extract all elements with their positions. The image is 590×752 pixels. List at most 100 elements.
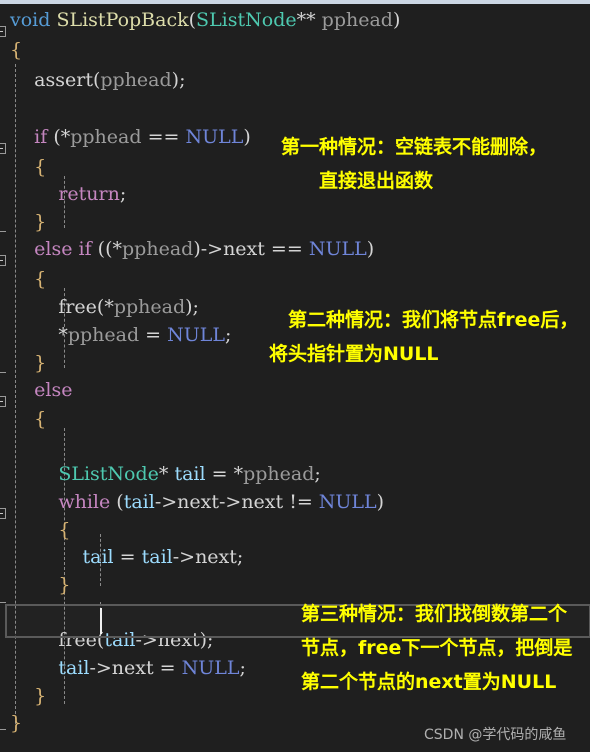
fold-toggle-icon[interactable]	[0, 26, 6, 37]
code-line[interactable]: else if ((*pphead)->next == NULL)	[10, 234, 374, 264]
annotation-case-three: 节点，free下一个节点，把倒是	[301, 637, 573, 659]
code-token: SListNode	[58, 463, 159, 485]
code-token: {	[10, 408, 47, 430]
code-token: pphead	[122, 238, 194, 260]
code-line[interactable]: return;	[10, 179, 126, 209]
code-token: *	[158, 463, 175, 485]
code-token: tail	[58, 657, 90, 679]
annotation-case-three: 第二个节点的next置为NULL	[301, 671, 557, 693]
code-token: **	[296, 9, 322, 31]
code-token: pphead	[100, 69, 172, 91]
annotation-case-one: 第一种情况：空链表不能删除，	[281, 136, 548, 158]
code-token: *	[10, 324, 68, 346]
fold-toggle-icon[interactable]	[0, 143, 6, 154]
code-line[interactable]: tail = tail->next;	[10, 542, 243, 572]
code-token: (*	[96, 296, 114, 318]
fold-region-end-icon	[0, 602, 6, 603]
code-line[interactable]: {	[10, 515, 70, 545]
code-line[interactable]: }	[10, 207, 46, 237]
code-token: ==	[141, 126, 186, 148]
code-token: = *	[205, 463, 244, 485]
code-token: if	[34, 126, 48, 148]
fold-toggle-icon[interactable]	[0, 396, 6, 407]
code-token: {	[10, 39, 23, 61]
annotation-case-three: 第三种情况：我们找倒数第二个	[301, 603, 568, 625]
code-token: }	[10, 211, 47, 233]
code-line[interactable]: free(*pphead);	[10, 292, 199, 322]
code-token: =	[113, 546, 142, 568]
code-token: =	[139, 324, 168, 346]
code-line[interactable]: }	[10, 681, 46, 711]
code-token: (	[188, 9, 197, 31]
fold-region-end-icon	[0, 729, 6, 730]
annotation-case-two: 将头指针置为NULL	[269, 343, 439, 365]
code-token: pphead	[243, 463, 315, 485]
code-token: )	[243, 126, 251, 148]
code-token: assert	[10, 69, 93, 91]
fold-region-end-icon	[0, 231, 6, 232]
code-token: (*	[47, 126, 71, 148]
code-line[interactable]: if (*pphead == NULL)	[10, 122, 251, 152]
code-editor-screenshot: void SListPopBack(SListNode** pphead){ a…	[0, 0, 590, 752]
code-token: )	[392, 9, 401, 31]
code-token: SListPopBack	[56, 9, 189, 31]
text-caret	[100, 608, 102, 634]
code-line[interactable]: else	[10, 375, 73, 405]
code-token: ;	[314, 463, 321, 485]
code-token: ->next->next !=	[154, 491, 319, 513]
code-line[interactable]: {	[10, 404, 46, 434]
code-token: );	[171, 69, 186, 91]
code-line[interactable]: {	[10, 35, 22, 65]
code-token: {	[10, 268, 47, 290]
code-token: {	[10, 156, 47, 178]
code-token: else if	[34, 238, 92, 260]
code-line[interactable]: SListNode* tail = *pphead;	[10, 459, 321, 489]
code-line[interactable]: tail->next = NULL;	[10, 653, 246, 683]
code-line[interactable]: while (tail->next->next != NULL)	[10, 487, 384, 517]
code-line[interactable]: *pphead = NULL;	[10, 320, 231, 350]
code-token: NULL	[185, 126, 244, 148]
code-line[interactable]: {	[10, 264, 46, 294]
code-line[interactable]: }	[10, 570, 70, 600]
code-token: NULL	[167, 324, 225, 346]
code-token: }	[10, 685, 47, 707]
code-token: )->next ==	[193, 238, 309, 260]
csdn-watermark: CSDN @学代码的咸鱼	[424, 727, 567, 743]
code-token: }	[10, 352, 47, 374]
code-token: pphead	[70, 126, 142, 148]
code-token: )	[376, 491, 385, 513]
code-token: else	[34, 379, 73, 401]
annotation-case-one: 直接退出函数	[281, 170, 434, 192]
code-token: while	[58, 491, 111, 513]
code-line[interactable]: assert(pphead);	[10, 65, 186, 95]
code-line[interactable]: {	[10, 152, 46, 182]
fold-toggle-icon[interactable]	[0, 508, 6, 519]
code-token: }	[10, 712, 23, 734]
code-token: {	[10, 519, 71, 541]
code-token: NULL	[318, 491, 377, 513]
fold-toggle-icon[interactable]	[0, 255, 6, 266]
code-token: ;	[119, 183, 127, 205]
code-token: NULL	[308, 238, 367, 260]
code-line[interactable]: }	[10, 708, 22, 738]
code-token: pphead	[321, 9, 393, 31]
code-token: pphead	[67, 324, 140, 346]
fold-region-end-icon	[0, 372, 6, 373]
code-token: void	[10, 9, 51, 31]
code-surface[interactable]: void SListPopBack(SListNode** pphead){ a…	[0, 4, 590, 752]
code-line[interactable]: }	[10, 348, 46, 378]
code-token: NULL	[181, 657, 240, 679]
code-token: )	[366, 238, 375, 260]
code-token: ->next =	[89, 657, 182, 679]
code-token: return	[58, 183, 120, 205]
code-token: (	[110, 491, 124, 513]
code-line[interactable]: void SListPopBack(SListNode** pphead)	[10, 5, 400, 35]
code-token: ((*	[91, 238, 123, 260]
